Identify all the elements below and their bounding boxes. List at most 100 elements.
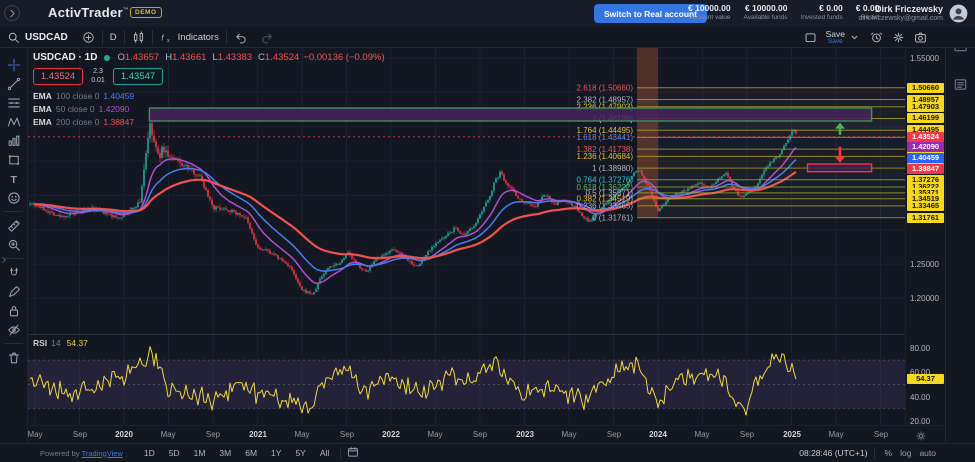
crosshair-icon[interactable]	[3, 55, 25, 74]
xabcd-pattern-icon[interactable]	[3, 112, 25, 131]
range-button-3m[interactable]: 3M	[214, 447, 236, 459]
spread-value: 2.3	[83, 68, 113, 76]
time-tick-label: Sep	[866, 430, 896, 439]
layout-button[interactable]	[804, 31, 817, 44]
log-scale-toggle[interactable]: log	[896, 448, 915, 458]
time-tick-label: May	[554, 430, 584, 439]
avatar[interactable]	[949, 4, 968, 23]
price-level-chip: 1.40459	[907, 153, 944, 163]
fib-level-label: 1.618 (1.43441)	[577, 133, 634, 142]
time-tick-label: Sep	[198, 430, 228, 439]
interval-button[interactable]: D	[103, 32, 124, 43]
user-email: dirk.friczewsky@gmail.com	[858, 15, 943, 22]
range-button-1y[interactable]: 1Y	[266, 447, 286, 459]
price-tick-label: 1.20000	[910, 294, 939, 303]
trading-platform-window: ActivTrader™ DEMO Switch to Real account…	[0, 0, 975, 462]
time-tick-label: 2023	[510, 430, 540, 439]
time-tick-label: 2021	[243, 430, 273, 439]
price-tick-label: 80.00	[910, 344, 930, 353]
trend-line-icon[interactable]	[3, 74, 25, 93]
range-button-5d[interactable]: 5D	[164, 447, 185, 459]
price-level-chip: 1.38847	[907, 164, 944, 174]
pane-separator[interactable]	[28, 334, 945, 335]
lock-icon[interactable]	[3, 301, 25, 320]
price-level-chip: 54.37	[907, 374, 944, 384]
stat-label: Available funds	[744, 14, 788, 21]
symbol-label: USDCAD	[25, 32, 68, 43]
time-tick-label: 2020	[109, 430, 139, 439]
fib-level-label: 1.236 (1.40684)	[577, 152, 634, 161]
go-to-date-calendar-icon[interactable]	[347, 446, 359, 460]
support-zone-box[interactable]	[808, 164, 872, 172]
range-button-6m[interactable]: 6M	[240, 447, 262, 459]
snapshot-camera-icon[interactable]	[914, 31, 927, 44]
tradingview-link[interactable]: TradingView	[82, 449, 123, 458]
user-info[interactable]: Dirk Friczewsky dirk.friczewsky@gmail.co…	[858, 4, 943, 22]
range-button-5y[interactable]: 5Y	[290, 447, 310, 459]
price-level-chip: 1.33465	[907, 201, 944, 211]
bid-ask-panel: 1.43524 2.3 0.01 1.43547	[33, 68, 385, 85]
redo-button[interactable]	[254, 31, 281, 44]
app-header: ActivTrader™ DEMO Switch to Real account…	[0, 0, 975, 27]
news-icon[interactable]	[953, 77, 968, 97]
text-icon[interactable]: T	[3, 169, 25, 188]
price-axis[interactable]: 1.550001.250001.200001.506601.489571.479…	[905, 48, 945, 425]
range-button-1m[interactable]: 1M	[189, 447, 211, 459]
divider	[874, 447, 875, 459]
percent-scale-toggle[interactable]: %	[881, 448, 897, 458]
stat-value: € 0.00	[801, 3, 843, 13]
price-level-chip: 1.46199	[907, 113, 944, 123]
save-layout-button[interactable]: Save Save	[826, 30, 861, 45]
clock-timezone[interactable]: 08:28:46 (UTC+1)	[799, 448, 867, 458]
resistance-zone-box[interactable]	[149, 108, 871, 121]
price-level-chip: 1.31761	[907, 213, 944, 223]
time-tick-label: May	[420, 430, 450, 439]
time-tick-label: May	[687, 430, 717, 439]
time-tick-label: Sep	[65, 430, 95, 439]
svg-text:x: x	[167, 37, 170, 43]
user-name: Dirk Friczewsky	[858, 4, 943, 14]
divider	[5, 343, 23, 344]
compare-add-button[interactable]	[75, 31, 102, 44]
time-tick-label: 2024	[643, 430, 673, 439]
main-price-pane[interactable]: 2.618 (1.50660)2.382 (1.48957)2.236 (1.4…	[28, 48, 905, 335]
buy-ask-button[interactable]: 1.43547	[113, 68, 163, 85]
account-stat: € 10000.00Account value	[688, 3, 731, 21]
bottom-toolbar: Powered by TradingView 1D5D1M3M6M1Y5YAll…	[0, 443, 975, 462]
time-tick-label: Sep	[732, 430, 762, 439]
account-stat: € 10000.00Available funds	[744, 3, 788, 21]
fib-retracement-icon[interactable]	[3, 93, 25, 112]
point-value: 0.01	[83, 77, 113, 85]
app-logo: ActivTrader™	[48, 5, 129, 20]
price-tick-label: 1.25000	[910, 260, 939, 269]
indicators-button[interactable]: fx Indicators	[153, 31, 226, 44]
symbol-search[interactable]: USDCAD	[0, 31, 75, 44]
rsi-pane[interactable]	[28, 335, 905, 425]
undo-button[interactable]	[227, 31, 254, 44]
time-tick-label: May	[821, 430, 851, 439]
settings-gear-icon[interactable]	[892, 31, 905, 44]
chart-style-button[interactable]	[125, 31, 152, 44]
time-tick-label: Sep	[465, 430, 495, 439]
date-range-buttons: 1D 5D 1M3M 6M 1Y 5Y All	[139, 447, 334, 459]
auto-scale-toggle[interactable]: auto	[915, 448, 940, 458]
alert-clock-icon[interactable]	[870, 31, 883, 44]
range-button-all[interactable]: All	[315, 447, 334, 459]
time-tick-label: 2022	[376, 430, 406, 439]
time-tick-label: 2025	[777, 430, 807, 439]
time-axis[interactable]: May Sep 2020 May Sep 2021 May Sep 2022 May Sep 2023…	[0, 425, 945, 443]
sidebar-expander-button[interactable]	[4, 5, 20, 21]
stat-value: € 10000.00	[744, 3, 788, 13]
drawing-icon[interactable]	[3, 282, 25, 301]
range-button-1d[interactable]: 1D	[139, 447, 160, 459]
price-tick-label: 20.00	[910, 417, 930, 426]
eye-slash-icon[interactable]	[3, 320, 25, 339]
emoji-icon[interactable]	[3, 188, 25, 207]
shapes-icon[interactable]	[3, 150, 25, 169]
ruler-icon[interactable]	[3, 216, 25, 235]
sell-bid-button[interactable]: 1.43524	[33, 68, 83, 85]
demo-badge: DEMO	[130, 7, 162, 18]
drawing-toolbar-expander[interactable]	[0, 252, 9, 270]
trash-icon[interactable]	[3, 348, 25, 367]
bars-pattern-icon[interactable]	[3, 131, 25, 150]
